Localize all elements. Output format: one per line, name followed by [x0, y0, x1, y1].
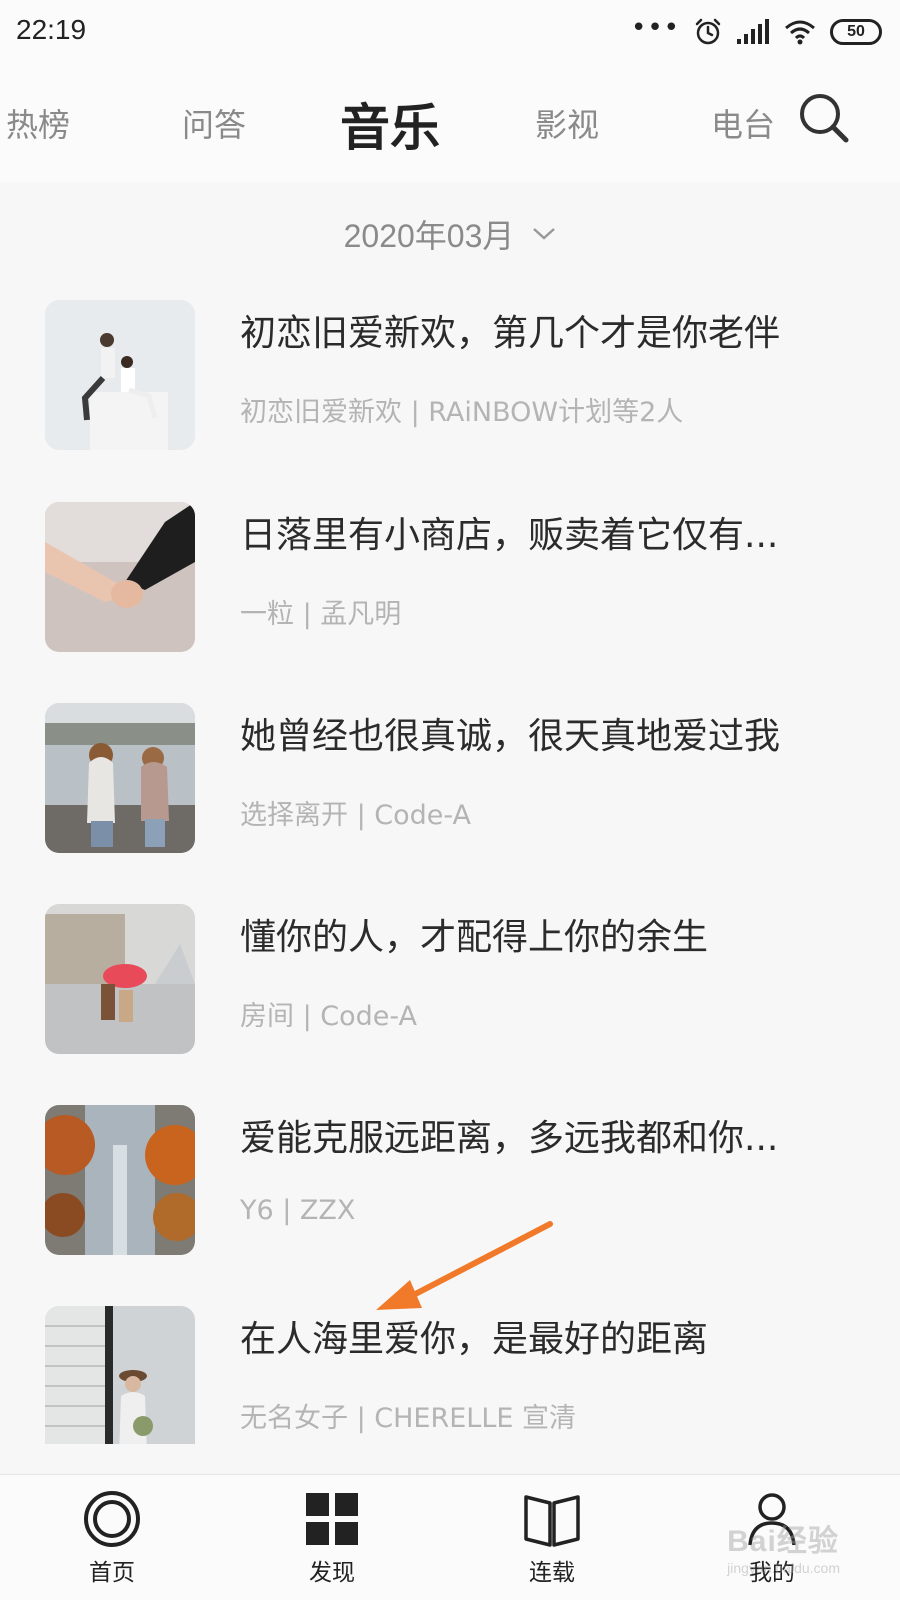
- annotation-arrow-icon: [376, 1221, 553, 1310]
- cover-image: [45, 502, 195, 652]
- home-circle-icon: [84, 1491, 140, 1547]
- song-title: 懂你的人，才配得上你的余生: [240, 917, 709, 958]
- tab-radio[interactable]: 电台: [711, 100, 775, 146]
- tab-film[interactable]: 影视: [535, 100, 599, 146]
- watermark-text: Bai经验: [727, 1525, 839, 1558]
- bottom-nav-discover[interactable]: 发现: [272, 1489, 392, 1587]
- wifi-icon: [785, 20, 815, 45]
- date-filter-label: 2020年03月: [343, 218, 515, 254]
- tab-qa[interactable]: 问答: [182, 100, 246, 146]
- bottom-nav-home[interactable]: 首页: [52, 1489, 172, 1587]
- song-title: 初恋旧爱新欢，第几个才是你老伴: [240, 313, 781, 354]
- alarm-icon: [695, 18, 721, 45]
- song-subtitle: 无名女子 | CHERELLE 宣清: [240, 1403, 577, 1434]
- song-title: 日落里有小商店，贩卖着它仅有...: [240, 515, 779, 556]
- cover-image: [45, 300, 195, 450]
- bottom-nav-label: 连载: [529, 1560, 575, 1586]
- list-item[interactable]: 她曾经也很真诚，很天真地爱过我 选择离开 | Code-A: [0, 703, 900, 853]
- watermark-url: jingyan.baidu.com: [727, 1560, 840, 1576]
- list-item[interactable]: 初恋旧爱新欢，第几个才是你老伴 初恋旧爱新欢 | RAiNBOW计划等2人: [0, 300, 900, 450]
- song-subtitle: 初恋旧爱新欢 | RAiNBOW计划等2人: [240, 397, 684, 428]
- song-subtitle: 选择离开 | Code-A: [240, 800, 472, 831]
- bottom-nav-label: 首页: [89, 1560, 135, 1586]
- tab-music[interactable]: 音乐: [340, 88, 440, 160]
- cover-image: [45, 904, 195, 1054]
- search-icon[interactable]: [796, 90, 852, 146]
- status-icons: ••• 50: [631, 14, 882, 50]
- cover-image: [45, 1306, 195, 1444]
- battery-icon: 50: [830, 19, 882, 45]
- cover-image: [45, 703, 195, 853]
- cover-image: [45, 1105, 195, 1255]
- grid-icon: [306, 1493, 358, 1545]
- song-subtitle: 房间 | Code-A: [240, 1001, 418, 1032]
- bottom-nav-serial[interactable]: 连载: [492, 1489, 612, 1587]
- bottom-nav-label: 发现: [309, 1560, 355, 1586]
- list-item[interactable]: 在人海里爱你，是最好的距离 无名女子 | CHERELLE 宣清: [0, 1306, 900, 1456]
- chevron-down-icon: [533, 228, 556, 240]
- watermark: Bai经验 jingyan.baidu.com: [727, 1516, 840, 1576]
- list-item[interactable]: 懂你的人，才配得上你的余生 房间 | Code-A: [0, 904, 900, 1054]
- top-nav: 热榜 问答 音乐 影视 电台: [0, 64, 900, 182]
- signal-icon: [737, 19, 769, 44]
- date-filter[interactable]: 2020年03月: [0, 204, 900, 264]
- status-bar: 22:19 ••• 50: [0, 0, 900, 64]
- status-time: 22:19: [16, 14, 87, 45]
- book-icon: [524, 1495, 580, 1547]
- song-subtitle: 一粒 | 孟凡明: [240, 599, 402, 630]
- song-title: 她曾经也很真诚，很天真地爱过我: [240, 716, 781, 757]
- song-title: 爱能克服远距离，多远我都和你...: [240, 1118, 779, 1159]
- more-dots-icon: •••: [630, 13, 680, 43]
- list-item[interactable]: 日落里有小商店，贩卖着它仅有... 一粒 | 孟凡明: [0, 502, 900, 652]
- tab-hot-list[interactable]: 热榜: [6, 100, 70, 146]
